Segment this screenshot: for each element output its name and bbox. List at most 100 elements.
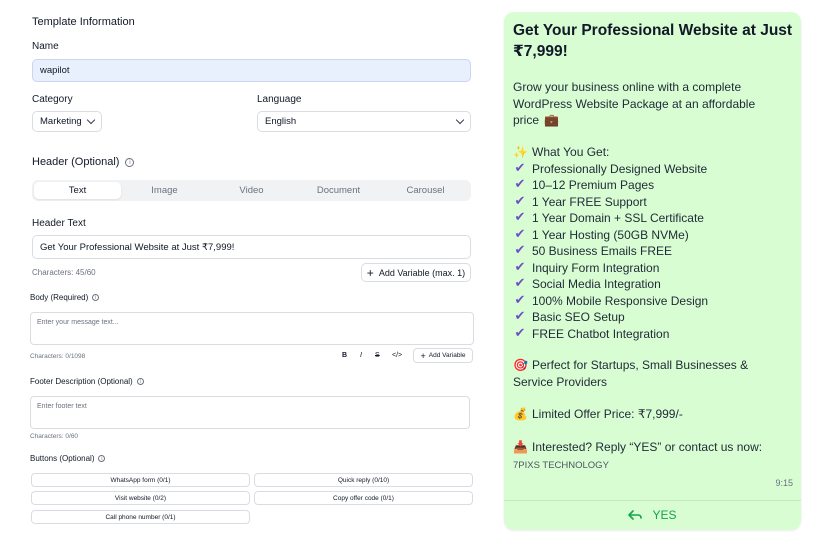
check-icon: ✔ <box>514 193 526 209</box>
body-textarea[interactable]: Enter your message text... <box>30 312 474 345</box>
check-icon: ✔ <box>514 259 526 275</box>
category-label: Category <box>32 94 73 105</box>
tab-document[interactable]: Document <box>295 182 382 199</box>
feature-text: 10–12 Premium Pages <box>532 178 655 192</box>
header-section-title: Header (Optional) i <box>32 156 135 168</box>
inbox-icon: 📥 <box>513 440 528 454</box>
buttons-label-row: Buttons (Optional) i <box>30 454 106 463</box>
header-text-input[interactable]: Get Your Professional Website at Just ₹7… <box>32 235 471 259</box>
preview-intro-line: WordPress Website Package at an affordab… <box>513 96 756 111</box>
italic-button[interactable]: I <box>360 352 362 359</box>
header-char-count: Characters: 45/60 <box>32 268 96 277</box>
preview-intro-price: price <box>513 113 540 127</box>
info-icon[interactable]: i <box>98 455 106 462</box>
offer-row: 💰 Limited Offer Price: ₹7,999/- <box>513 406 683 423</box>
offer-text: Limited Offer Price: ₹7,999/- <box>532 407 683 421</box>
what-you-get-label: What You Get: <box>532 145 610 159</box>
feature-text: Social Media Integration <box>532 277 661 291</box>
language-label: Language <box>257 94 302 105</box>
feature-text: 1 Year FREE Support <box>532 194 647 209</box>
tab-carousel[interactable]: Carousel <box>382 182 469 199</box>
plus-icon: + <box>366 265 374 280</box>
section-title: Template Information <box>32 16 135 28</box>
preview-interested-line: 📥 Interested? Reply “YES” or contact us … <box>513 439 762 456</box>
header-type-tabs: Text Image Video Document Carousel <box>32 180 471 201</box>
feature-item: ✔ Inquiry Form Integration <box>513 260 708 277</box>
chevron-down-icon <box>455 115 465 125</box>
feature-item: ✔ Social Media Integration <box>513 276 708 293</box>
plus-icon: + <box>420 350 426 361</box>
check-icon: ✔ <box>514 177 526 192</box>
language-select[interactable]: English <box>257 111 471 132</box>
money-bag-icon: 💰 <box>513 407 528 421</box>
footer-textarea[interactable]: Enter footer text <box>30 396 470 429</box>
visit-website-button[interactable]: Visit website (0/2) <box>31 491 250 505</box>
info-icon[interactable]: i <box>92 294 100 301</box>
check-icon: ✔ <box>514 292 526 308</box>
copy-offer-code-button[interactable]: Copy offer code (0/1) <box>254 491 473 505</box>
perfect-for-text: Perfect for Startups, Small Businesses & <box>532 358 749 372</box>
header-text-value: Get Your Professional Website at Just ₹7… <box>40 241 235 253</box>
feature-list: ✔ Professionally Designed Website ✔ 10–12 P… <box>513 161 709 343</box>
quick-reply-yes-button[interactable]: YES <box>504 508 801 522</box>
feature-text: 1 Year Hosting (50GB NVMe) <box>532 227 689 242</box>
feature-item: ✔ Basic SEO Setup <box>513 309 708 326</box>
feature-text: 100% Mobile Responsive Design <box>532 293 709 308</box>
add-variable-button[interactable]: + Add Variable (max. 1) <box>361 263 471 282</box>
footer-label: Footer Description (Optional) <box>30 377 133 386</box>
tab-video[interactable]: Video <box>208 182 295 199</box>
category-select[interactable]: Marketing <box>32 111 102 132</box>
feature-item: ✔ 1 Year Hosting (50GB NVMe) <box>513 227 708 244</box>
category-value: Marketing <box>40 116 82 127</box>
feature-item: ✔ 1 Year FREE Support <box>513 194 708 211</box>
info-icon[interactable]: i <box>136 378 144 385</box>
feature-text: FREE Chatbot Integration <box>532 326 670 341</box>
check-icon: ✔ <box>514 276 526 291</box>
sparkles-icon: ✨ <box>513 145 528 159</box>
quick-reply-yes-label: YES <box>652 508 677 522</box>
code-button[interactable]: </> <box>392 352 402 359</box>
footer-char-count: Characters: 0/60 <box>30 433 79 440</box>
body-add-variable-label: Add Variable <box>428 352 466 359</box>
check-icon: ✔ <box>514 210 526 225</box>
info-icon[interactable]: i <box>125 157 135 167</box>
target-icon: 🎯 <box>513 358 528 372</box>
preview-intro: Grow your business online with a complet… <box>513 79 755 129</box>
check-icon: ✔ <box>514 325 526 341</box>
preview-features: ✨ What You Get: ✔ Professionally Designed… <box>513 144 708 342</box>
preview-offer-line: 💰 Limited Offer Price: ₹7,999/- <box>513 406 683 423</box>
preview-divider <box>504 500 801 501</box>
perfect-for-line: Service Providers <box>513 374 608 389</box>
preview-intro-line: price 💼 <box>513 112 755 129</box>
perfect-for-line: 🎯 Perfect for Startups, Small Businesses… <box>513 357 748 374</box>
preview-intro-line: Grow your business online with a complet… <box>513 80 742 94</box>
whatsapp-form-button[interactable]: WhatsApp form (0/1) <box>31 473 250 487</box>
name-value: wapilot <box>40 65 70 76</box>
interested-text: Interested? Reply “YES” or contact us no… <box>532 440 763 454</box>
call-phone-number-button[interactable]: Call phone number (0/1) <box>31 510 250 524</box>
preview-timestamp: 9:15 <box>775 478 793 488</box>
check-icon: ✔ <box>514 226 526 242</box>
feature-item: ✔ 100% Mobile Responsive Design <box>513 292 709 310</box>
language-value: English <box>265 116 297 127</box>
body-add-variable-button[interactable]: + Add Variable <box>413 348 473 363</box>
check-icon: ✔ <box>514 243 526 258</box>
quick-reply-button[interactable]: Quick reply (0/10) <box>254 473 473 487</box>
feature-item: ✔ FREE Chatbot Integration <box>513 326 708 343</box>
strikethrough-button[interactable]: S <box>375 352 380 359</box>
template-form: Template Information Name wapilot Catego… <box>0 0 490 542</box>
body-placeholder: Enter your message text... <box>37 319 119 326</box>
tab-image[interactable]: Image <box>121 182 208 199</box>
feature-item: ✔ 1 Year Domain + SSL Certificate <box>513 210 708 227</box>
check-icon: ✔ <box>514 309 526 324</box>
header-text-label: Header Text <box>32 218 86 229</box>
bold-button[interactable]: B <box>342 352 347 359</box>
name-label: Name <box>32 41 59 52</box>
briefcase-icon: 💼 <box>544 113 559 127</box>
name-input[interactable]: wapilot <box>32 59 471 82</box>
feature-text: Inquiry Form Integration <box>532 260 660 275</box>
tab-text[interactable]: Text <box>34 182 121 199</box>
feature-item: ✔ Professionally Designed Website <box>513 161 708 178</box>
feature-item: ✔ 10–12 Premium Pages <box>513 177 708 194</box>
preview-footer: 7PIXS TECHNOLOGY <box>513 460 609 471</box>
